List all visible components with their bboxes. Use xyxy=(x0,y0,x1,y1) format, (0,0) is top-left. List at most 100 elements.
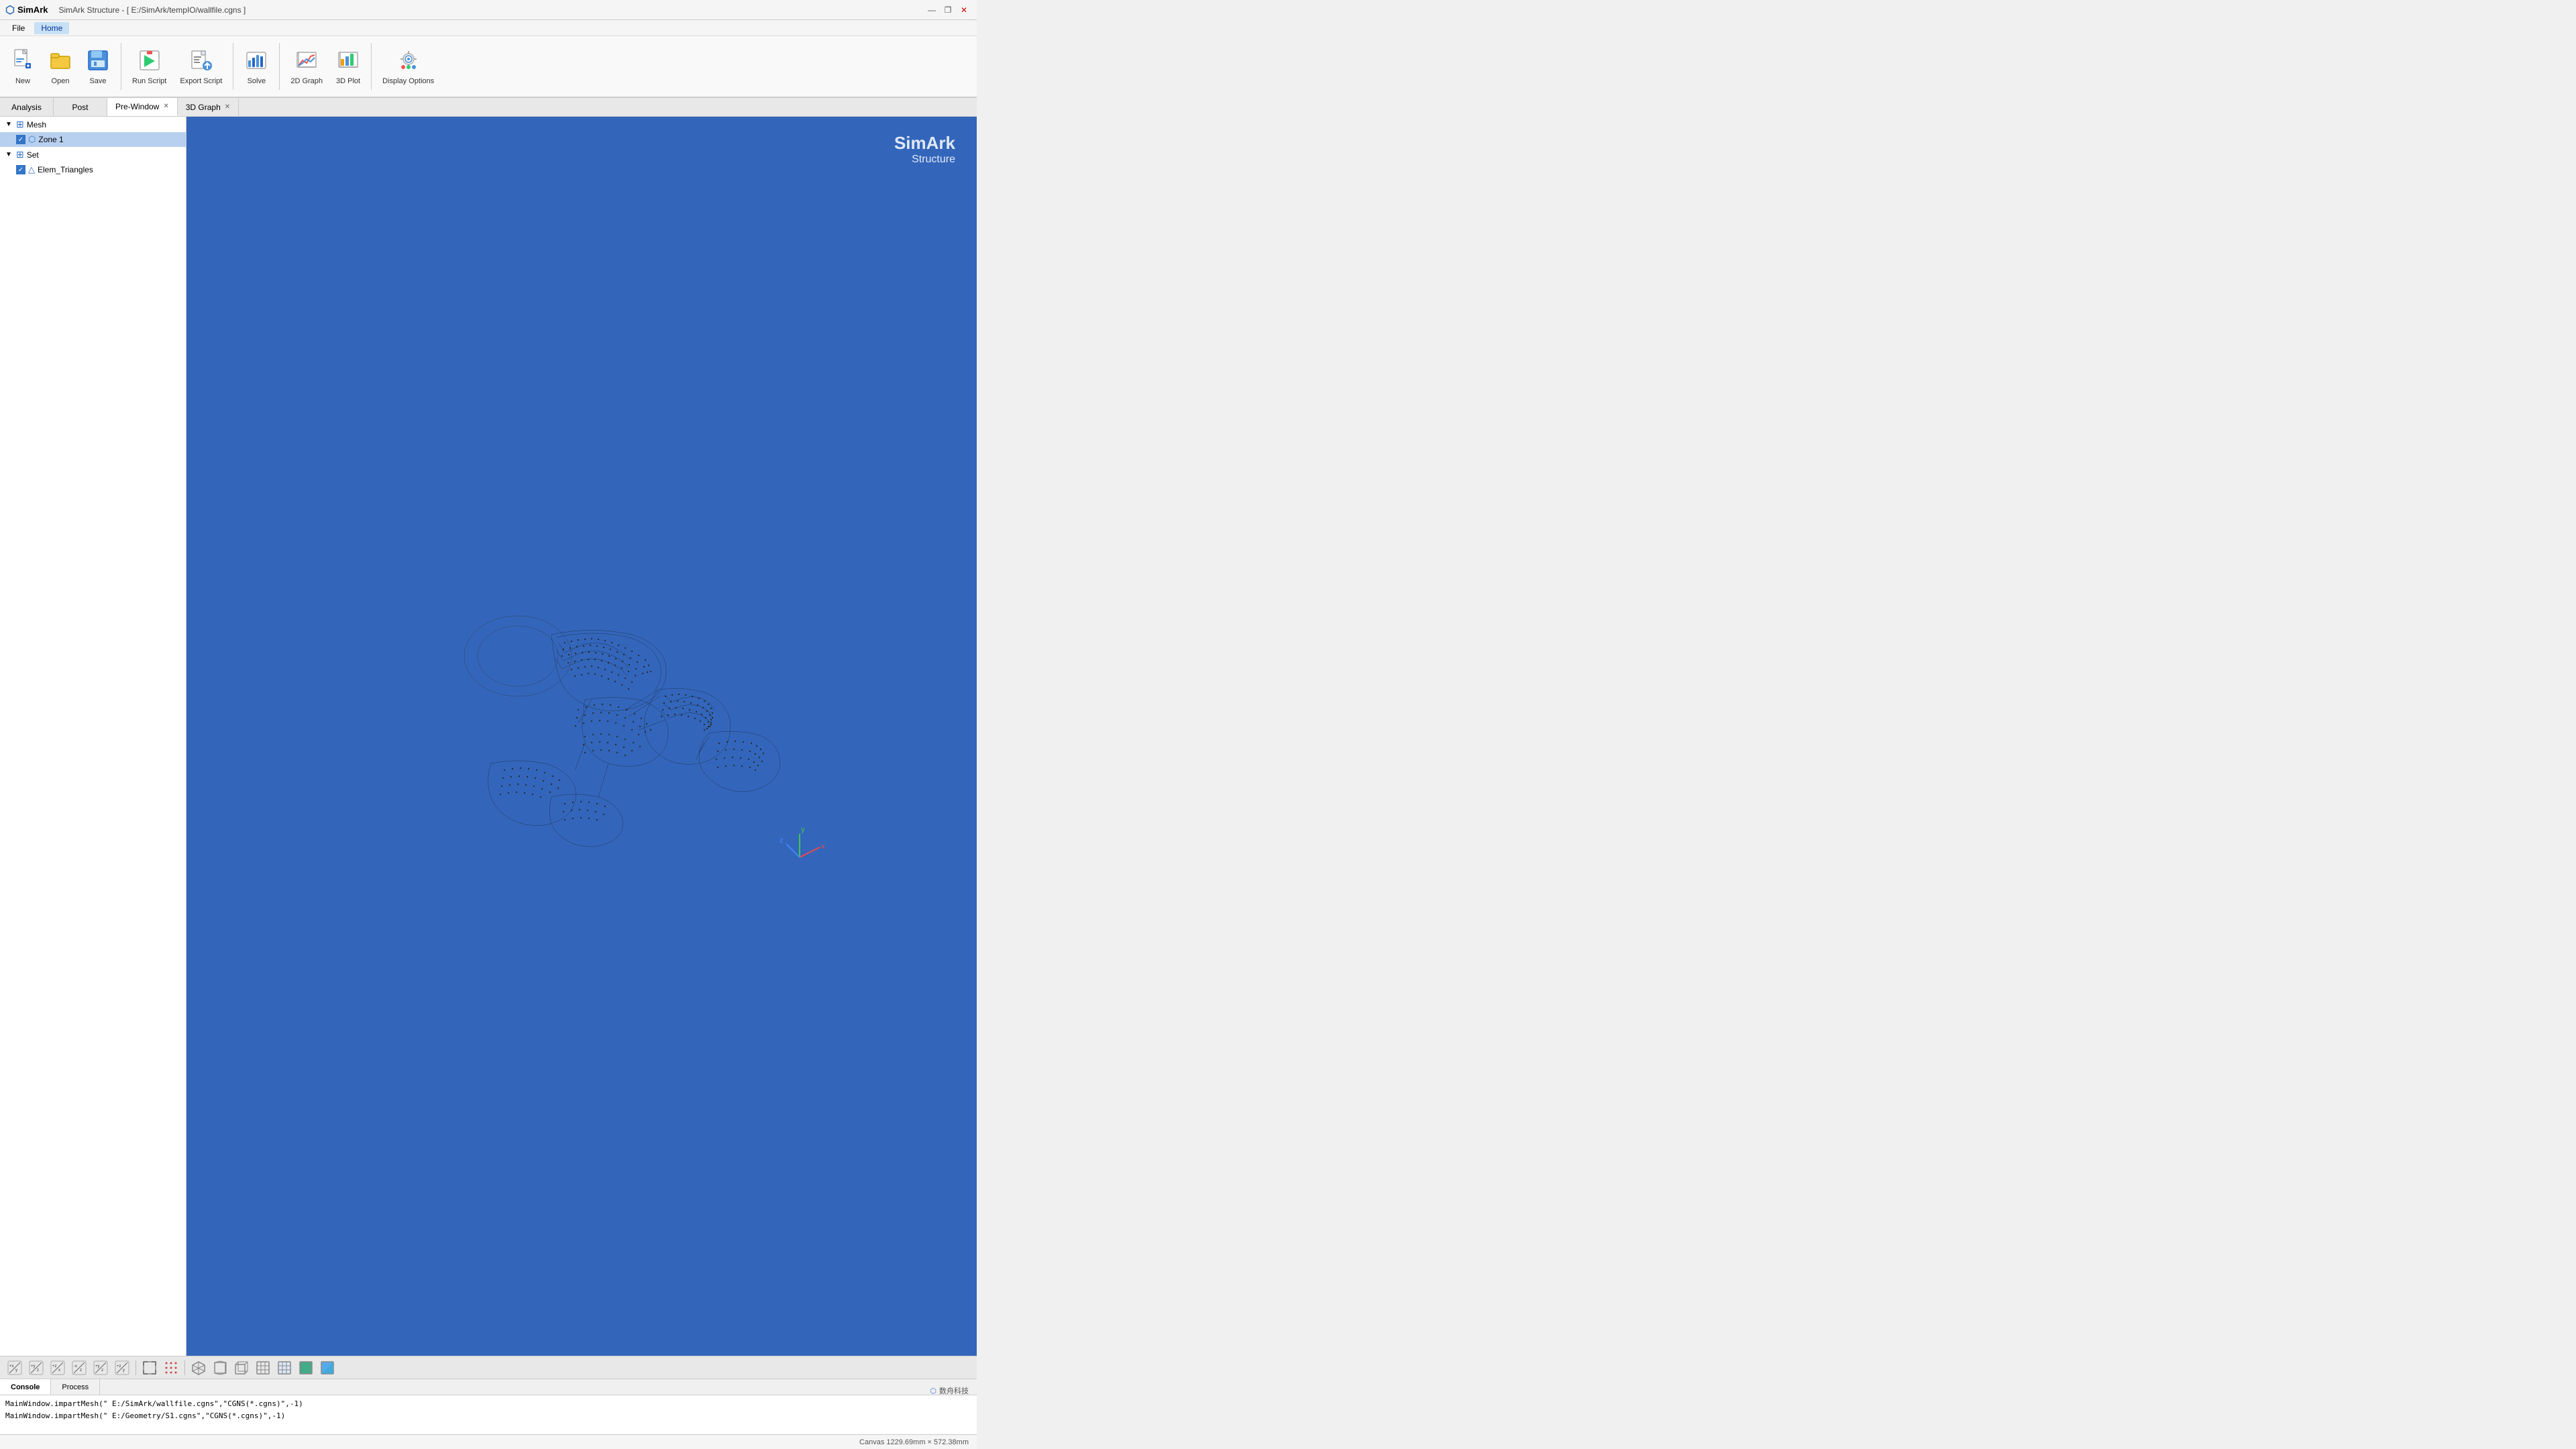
tree-item-set[interactable]: ▼ ⊞ Set xyxy=(0,147,186,162)
window-title: SimArk Structure - [ E:/SimArk/tempIO/wa… xyxy=(59,5,246,15)
brand-name: 数舟科技 xyxy=(939,1385,969,1396)
svg-text:z: z xyxy=(80,1368,82,1373)
tab-close-pre-window[interactable]: ✕ xyxy=(163,103,168,110)
svg-text:+z: +z xyxy=(117,1364,121,1368)
mesh-chevron: ▼ xyxy=(5,121,13,128)
analysis-section[interactable]: Analysis xyxy=(0,98,54,116)
post-section[interactable]: Post xyxy=(54,98,107,116)
svg-text:+y: +y xyxy=(95,1364,100,1368)
mesh-group-icon: ⊞ xyxy=(16,119,24,130)
view-btn-iso1[interactable] xyxy=(189,1359,208,1377)
view-btn-xz[interactable]: -xz xyxy=(70,1359,89,1377)
console-area: Console Process MainWindow.impartMesh(" … xyxy=(0,1379,977,1434)
window-controls: — ❐ ✕ xyxy=(924,3,971,17)
open-label: Open xyxy=(52,77,70,85)
app-logo: ⬡ SimArk xyxy=(5,3,48,17)
3d-plot-label: 3D Plot xyxy=(336,77,360,85)
svg-text:-x: -x xyxy=(74,1364,77,1368)
view-btn-yz-minus[interactable]: +yz xyxy=(91,1359,110,1377)
minimize-button[interactable]: — xyxy=(924,3,939,17)
view-btn-yz[interactable]: +yz xyxy=(27,1359,46,1377)
canvas-info: Canvas 1229.69mm × 572.38mm xyxy=(859,1438,969,1446)
simark-brand: SimArk Structure xyxy=(894,133,955,166)
display-options-button[interactable]: Display Options xyxy=(377,40,439,93)
view-btn-mesh-points[interactable] xyxy=(162,1359,180,1377)
3d-plot-button[interactable]: 3D Plot xyxy=(331,40,366,93)
2d-graph-button[interactable]: 2D Graph xyxy=(285,40,328,93)
tree-item-mesh[interactable]: ▼ ⊞ Mesh xyxy=(0,117,186,132)
axes-svg: x y z xyxy=(780,826,825,857)
new-label: New xyxy=(15,77,30,85)
tree-item-elem-triangles[interactable]: △ Elem_Triangles xyxy=(0,162,186,177)
svg-text:y: y xyxy=(15,1368,17,1373)
new-button[interactable]: New xyxy=(5,40,40,93)
title-bar: ⬡ SimArk SimArk Structure - [ E:/SimArk/… xyxy=(0,0,977,20)
svg-text:z: z xyxy=(37,1368,39,1373)
tree-item-zone1[interactable]: ⬡ Zone 1 xyxy=(0,132,186,147)
save-label: Save xyxy=(89,77,106,85)
display-options-icon xyxy=(396,48,421,74)
svg-text:+x: +x xyxy=(9,1364,14,1368)
set-group-icon: ⊞ xyxy=(16,149,24,160)
zone1-label: Zone 1 xyxy=(38,135,63,144)
elem-triangles-checkbox[interactable] xyxy=(16,165,25,174)
view-btn-zx-top[interactable]: +zy xyxy=(113,1359,131,1377)
open-button[interactable]: Open xyxy=(43,40,78,93)
main-content: ▼ ⊞ Mesh ⬡ Zone 1 ▼ ⊞ Set △ Elem_Triangl… xyxy=(0,117,977,1356)
tab-pre-window[interactable]: Pre-Window ✕ xyxy=(107,98,178,116)
tab-close-3d-graph[interactable]: ✕ xyxy=(225,103,230,111)
view-btn-shaded[interactable] xyxy=(318,1359,337,1377)
zone1-checkbox[interactable] xyxy=(16,135,25,144)
close-button[interactable]: ✕ xyxy=(957,3,971,17)
console-tab-process[interactable]: Process xyxy=(51,1379,100,1395)
export-script-icon xyxy=(189,48,213,74)
logo-icon: ⬡ xyxy=(5,3,15,17)
menu-home[interactable]: Home xyxy=(34,22,69,34)
svg-text:x: x xyxy=(821,843,825,851)
svg-text:z: z xyxy=(780,837,784,845)
view-btn-iso2[interactable] xyxy=(211,1359,229,1377)
view-btn-surface-wireframe[interactable] xyxy=(275,1359,294,1377)
console-tab-console[interactable]: Console xyxy=(0,1379,51,1395)
set-chevron: ▼ xyxy=(5,151,13,158)
solve-label: Solve xyxy=(248,77,266,85)
brand-icon: ⬡ xyxy=(930,1387,936,1395)
console-tabs: Console Process xyxy=(0,1379,977,1395)
save-icon xyxy=(86,48,110,74)
sidebar: ▼ ⊞ Mesh ⬡ Zone 1 ▼ ⊞ Set △ Elem_Triangl… xyxy=(0,117,186,1356)
tab-3d-graph[interactable]: 3D Graph ✕ xyxy=(178,98,239,116)
restore-button[interactable]: ❐ xyxy=(941,3,955,17)
run-script-label: Run Script xyxy=(132,77,166,85)
view-btn-zx[interactable]: +zx xyxy=(48,1359,67,1377)
view-btn-surface[interactable] xyxy=(297,1359,315,1377)
menu-bar: File Home xyxy=(0,20,977,36)
view-btn-wireframe[interactable] xyxy=(254,1359,272,1377)
svg-text:z: z xyxy=(101,1368,103,1373)
view-btn-xy-plus[interactable]: +xy xyxy=(5,1359,24,1377)
elem-triangles-icon: △ xyxy=(28,164,35,175)
simark-subtitle: Structure xyxy=(894,154,955,166)
tab-bar: Analysis Post Pre-Window ✕ 3D Graph ✕ xyxy=(0,98,977,117)
view-btn-fit[interactable] xyxy=(140,1359,159,1377)
export-script-label: Export Script xyxy=(180,77,222,85)
export-script-button[interactable]: Export Script xyxy=(174,40,227,93)
mesh-lines xyxy=(488,630,780,847)
elem-triangles-label: Elem_Triangles xyxy=(38,165,93,174)
ribbon-divider-4 xyxy=(371,43,372,90)
view-btn-iso3[interactable] xyxy=(232,1359,251,1377)
mesh-svg: x y z xyxy=(330,576,833,898)
view-toolbar: +xy +yz +zx -xz +yz +zy xyxy=(0,1356,977,1379)
mesh-dots-top xyxy=(500,637,764,820)
mesh-label: Mesh xyxy=(27,120,46,129)
2d-graph-icon xyxy=(294,48,319,74)
run-script-button[interactable]: Run Script xyxy=(127,40,172,93)
display-options-label: Display Options xyxy=(382,77,434,85)
viewport[interactable]: SimArk Structure xyxy=(186,117,977,1356)
new-icon xyxy=(11,48,35,74)
menu-file[interactable]: File xyxy=(5,22,32,34)
svg-text:y: y xyxy=(123,1368,125,1373)
solve-button[interactable]: Solve xyxy=(239,40,274,93)
svg-text:+y: +y xyxy=(31,1364,36,1368)
run-script-icon xyxy=(138,48,162,74)
save-button[interactable]: Save xyxy=(80,40,115,93)
